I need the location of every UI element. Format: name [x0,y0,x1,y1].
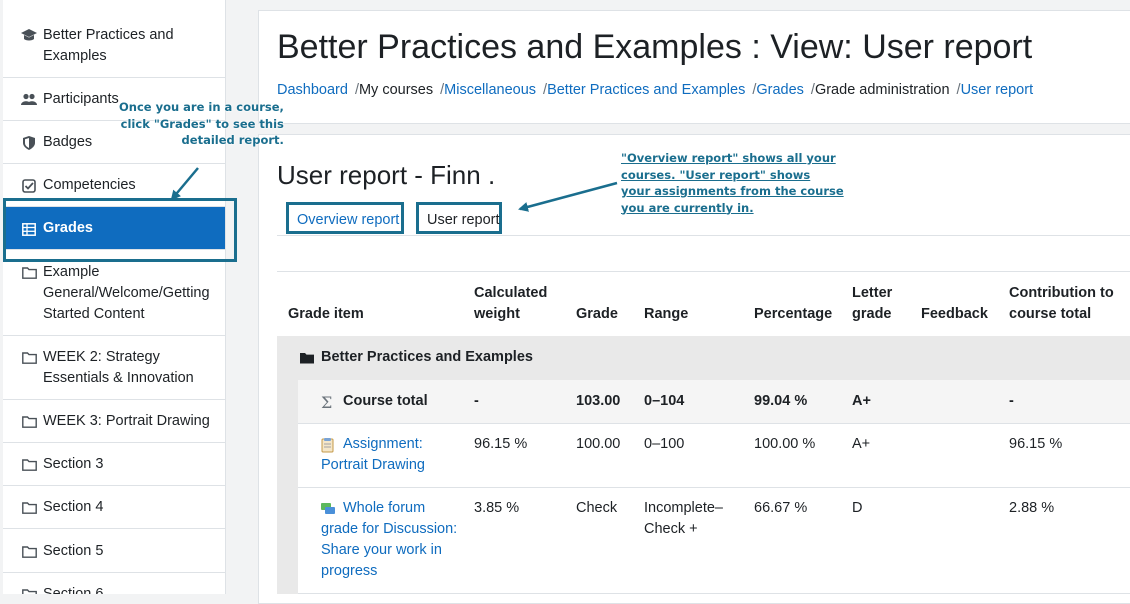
arrow-to-grades [170,167,199,201]
arrow-to-tabs [518,181,618,212]
annotation-arrows [170,167,618,212]
